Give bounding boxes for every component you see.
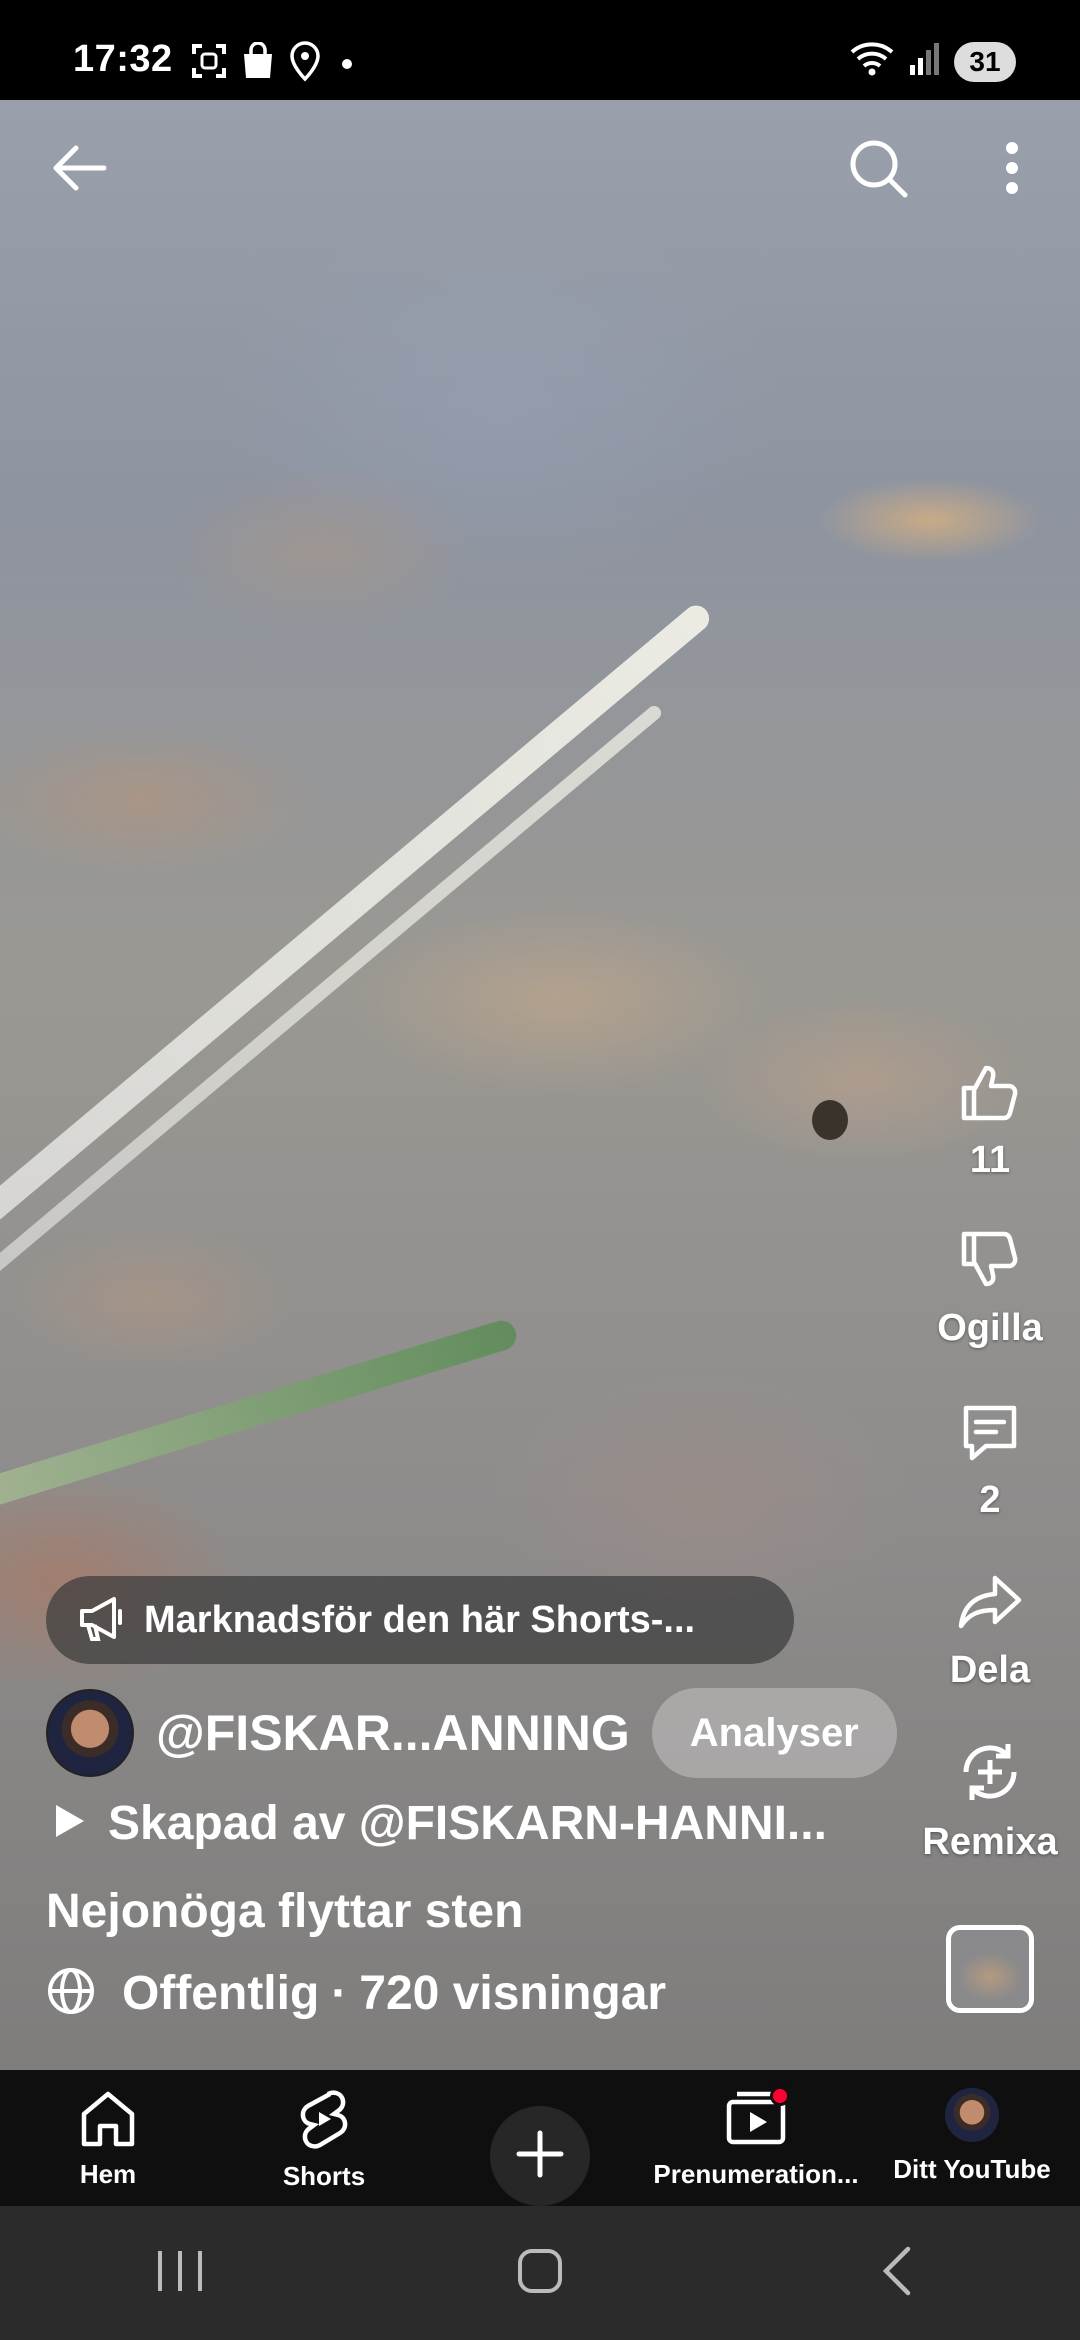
video-meta-row: Offentlig · 720 visningar: [46, 1966, 666, 2021]
search-icon: [847, 137, 909, 204]
thumbs-up-icon: [958, 1060, 1022, 1129]
promote-short-button[interactable]: Marknadsför den här Shorts-...: [46, 1576, 794, 1664]
nav-home-label: Hem: [79, 2159, 137, 2189]
create-button[interactable]: [490, 2106, 590, 2206]
battery-indicator: 31: [954, 41, 1016, 82]
share-icon: [957, 1570, 1023, 1639]
back-system-button[interactable]: [870, 2241, 930, 2306]
globe-icon: [46, 1966, 96, 2021]
nav-create[interactable]: [432, 2070, 648, 2206]
comment-icon: [958, 1400, 1022, 1469]
nav-subscriptions-label: Prenumeration...: [653, 2159, 859, 2189]
channel-name[interactable]: @FISKAR...ANNING: [156, 1704, 630, 1762]
play-icon: [52, 1803, 86, 1844]
video-frame-detail: [0, 703, 664, 1293]
search-button[interactable]: [838, 130, 918, 210]
nav-home[interactable]: Hem: [0, 2070, 216, 2206]
video-title: Nejonöga flyttar sten: [46, 1885, 524, 1938]
thumbs-down-icon: [958, 1228, 1022, 1297]
sound-thumbnail[interactable]: [946, 1925, 1034, 2013]
remix-icon: [956, 1738, 1024, 1811]
share-button[interactable]: Dela: [900, 1570, 1080, 1692]
promote-text: Marknadsför den här Shorts-...: [144, 1598, 696, 1641]
status-icons-left: [190, 40, 352, 87]
system-navigation-bar: [0, 2206, 1080, 2340]
bottom-navigation: Hem Shorts Prenumeration... Ditt YouTube: [0, 2070, 1080, 2206]
created-by-row[interactable]: Skapad av @FISKARN-HANNI...: [52, 1796, 827, 1851]
status-bar: 17:32 31: [0, 0, 1080, 100]
nav-you[interactable]: Ditt YouTube: [864, 2070, 1080, 2206]
video-frame-detail: [812, 1100, 848, 1140]
meta-separator: ·: [331, 1967, 348, 2020]
status-time: 17:32: [73, 38, 173, 80]
home-icon: [76, 2088, 140, 2153]
channel-avatar[interactable]: [46, 1689, 134, 1777]
new-content-badge: [770, 2086, 790, 2106]
comment-count: 2: [979, 1479, 1001, 1521]
signal-icon: [908, 41, 942, 82]
home-system-button[interactable]: [510, 2241, 570, 2306]
channel-row: @FISKAR...ANNING Analyser: [46, 1688, 897, 1778]
created-by-text: Skapad av @FISKARN-HANNI...: [108, 1797, 827, 1850]
remix-button[interactable]: Remixa: [900, 1738, 1080, 1864]
like-count: 11: [969, 1139, 1011, 1181]
visibility-label: Offentlig: [122, 1967, 320, 2020]
dislike-label: Ogilla: [937, 1307, 1043, 1349]
plus-icon: [515, 2129, 565, 2184]
location-icon: [288, 40, 322, 87]
view-count: 720 visningar: [359, 1967, 667, 2020]
more-options-button[interactable]: [972, 130, 1052, 210]
recent-apps-button[interactable]: [150, 2241, 210, 2306]
share-label: Dela: [949, 1649, 1031, 1691]
more-vertical-icon: [1004, 141, 1020, 200]
analytics-button[interactable]: Analyser: [651, 1688, 897, 1778]
back-button[interactable]: [38, 130, 118, 210]
nav-shorts-label: Shorts: [282, 2161, 366, 2191]
dislike-button[interactable]: Ogilla: [900, 1228, 1080, 1350]
notification-dot-icon: [342, 58, 352, 69]
status-icons-right: 31: [848, 40, 1016, 83]
remix-label: Remixa: [922, 1821, 1058, 1863]
nav-subscriptions[interactable]: Prenumeration...: [648, 2070, 864, 2206]
arrow-left-icon: [48, 143, 108, 198]
nav-shorts[interactable]: Shorts: [216, 2070, 432, 2206]
megaphone-icon: [78, 1595, 126, 1646]
wifi-icon: [848, 40, 896, 83]
profile-avatar: [945, 2088, 999, 2142]
video-frame-detail: [0, 1316, 520, 1510]
shopping-bag-icon: [240, 41, 276, 85]
screenshot-icon: [190, 42, 228, 85]
comments-button[interactable]: 2: [900, 1400, 1080, 1522]
like-button[interactable]: 11: [900, 1060, 1080, 1182]
shorts-icon: [296, 2088, 352, 2155]
nav-you-label: Ditt YouTube: [893, 2154, 1051, 2184]
